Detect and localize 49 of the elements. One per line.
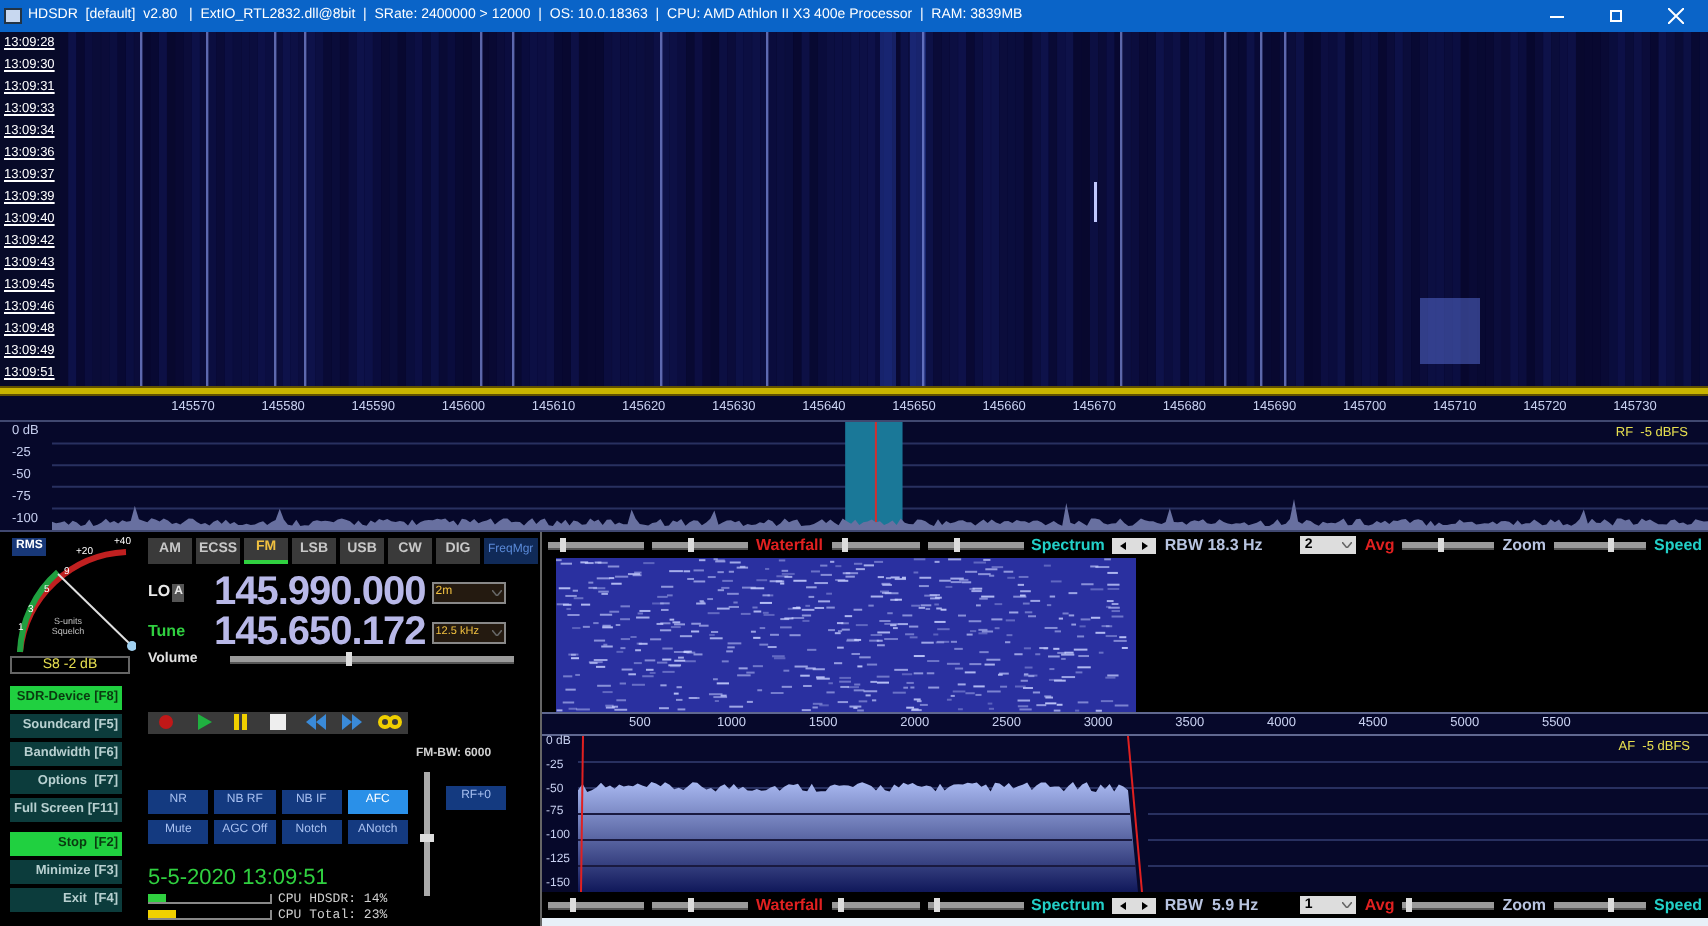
slider[interactable] xyxy=(652,541,748,549)
pause-icon[interactable] xyxy=(228,712,253,732)
tune-label: Tune xyxy=(148,620,188,644)
filter-edge-line[interactable] xyxy=(1127,736,1143,892)
slider[interactable] xyxy=(1402,901,1495,909)
slider[interactable] xyxy=(548,901,644,909)
slider[interactable] xyxy=(927,541,1023,549)
speed-label: Speed xyxy=(1654,533,1703,557)
caret-icon xyxy=(1342,902,1353,908)
waterfall-label: Waterfall xyxy=(756,893,823,917)
slider[interactable] xyxy=(548,541,644,549)
speed-label: Speed xyxy=(1654,893,1703,917)
caret-icon xyxy=(1342,542,1353,548)
close-icon[interactable] xyxy=(1668,8,1684,24)
slider[interactable] xyxy=(927,901,1023,909)
loop-icon[interactable] xyxy=(377,712,402,732)
caret-icon xyxy=(491,629,502,635)
stepper-icon[interactable] xyxy=(1112,897,1157,913)
slider[interactable] xyxy=(1402,541,1495,549)
spectrum-label: Spectrum xyxy=(1031,893,1105,917)
lo-frequency[interactable]: 145.990.000 xyxy=(214,574,426,610)
slider[interactable] xyxy=(1554,901,1647,909)
slider[interactable] xyxy=(652,901,748,909)
stepper-icon[interactable] xyxy=(1112,537,1157,553)
waterfall-label: Waterfall xyxy=(756,533,823,557)
cpu-meter xyxy=(148,894,272,904)
rbw-label: RBW 18.3 Hz xyxy=(1164,533,1265,557)
slider[interactable] xyxy=(831,901,919,909)
filter-edge-line[interactable] xyxy=(580,736,584,892)
zoom-label: Zoom xyxy=(1502,533,1547,557)
squelch-slider[interactable] xyxy=(424,771,430,895)
forward-icon[interactable] xyxy=(340,712,365,732)
date-time: 5-5-2020 13:09:51 xyxy=(148,867,328,889)
avg-label: Avg xyxy=(1364,893,1395,917)
spectrum-label: Spectrum xyxy=(1031,533,1105,557)
minimize-icon[interactable] xyxy=(1550,15,1564,17)
app-icon xyxy=(4,8,22,24)
restore-icon[interactable] xyxy=(1610,10,1622,22)
zoom-label: Zoom xyxy=(1502,893,1547,917)
slider[interactable] xyxy=(1554,541,1647,549)
caret-icon xyxy=(491,589,502,595)
rbw-label: RBW 5.9 Hz xyxy=(1164,893,1261,917)
avg-label: Avg xyxy=(1364,533,1395,557)
tune-frequency[interactable]: 145.650.172 xyxy=(214,614,426,650)
cpu-meter xyxy=(148,910,272,920)
rewind-icon[interactable] xyxy=(303,712,328,732)
slider[interactable] xyxy=(229,656,514,665)
slider[interactable] xyxy=(831,541,919,549)
stop-icon[interactable] xyxy=(265,712,290,732)
